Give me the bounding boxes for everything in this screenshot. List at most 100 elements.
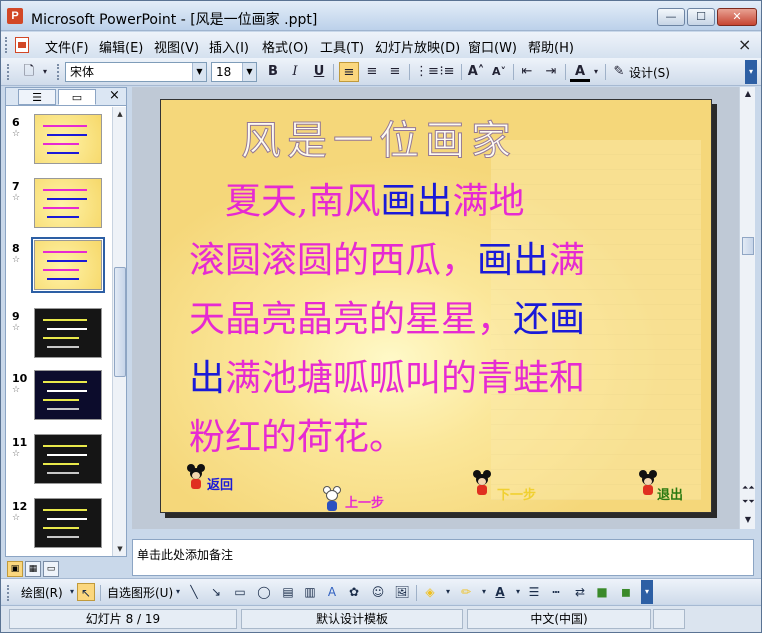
menu-file[interactable]: 文件(F)	[45, 37, 89, 56]
menu-window[interactable]: 窗口(W)	[468, 37, 517, 56]
slide-thumbnail-row[interactable]: 8 ☆	[6, 237, 110, 302]
toolbar-grip-handle-2[interactable]	[57, 64, 61, 80]
donald-prev-icon[interactable]	[323, 486, 341, 512]
next-slide-icon[interactable]: ⏷⏷	[742, 497, 755, 507]
insert-picture-icon[interactable]: 🖼	[393, 583, 411, 601]
clip-art-icon[interactable]: ☺	[369, 583, 387, 601]
slide-title[interactable]: 风是一位画家	[241, 108, 517, 166]
decrease-indent-icon[interactable]: ⇤	[517, 62, 537, 82]
pane-scroll-thumb[interactable]	[114, 267, 126, 377]
align-center-icon[interactable]: ≡	[362, 62, 382, 82]
draw-menu-button[interactable]: 绘图(R)	[21, 584, 63, 601]
slide-thumbnail[interactable]	[34, 308, 102, 358]
exit-link[interactable]: 退出	[657, 484, 683, 503]
3d-style-icon[interactable]: ◼	[617, 583, 635, 601]
arrow-tool-icon[interactable]: ↘	[207, 583, 225, 601]
align-right-icon[interactable]: ≡	[385, 62, 405, 82]
mickey-back-icon[interactable]	[187, 464, 205, 490]
scroll-down-arrow-icon[interactable]: ▼	[114, 543, 126, 555]
slide-sorter-view-icon[interactable]: ▦	[25, 561, 41, 577]
animation-star-icon[interactable]: ☆	[12, 323, 20, 333]
slide-thumbnail[interactable]	[34, 498, 102, 548]
italic-button[interactable]: I	[285, 62, 305, 82]
slide-thumbnail[interactable]	[34, 434, 102, 484]
increase-indent-icon[interactable]: ⇥	[541, 62, 561, 82]
toolbar-options-chevron-icon[interactable]: ▾	[39, 62, 51, 82]
animation-star-icon[interactable]: ☆	[12, 385, 20, 395]
chevron-down-icon[interactable]: ▼	[192, 63, 206, 81]
oval-tool-icon[interactable]: ◯	[255, 583, 273, 601]
fill-color-icon[interactable]: ◈	[421, 583, 439, 601]
animation-star-icon[interactable]: ☆	[12, 193, 20, 203]
select-pointer-icon[interactable]: ↖	[77, 583, 95, 601]
toolbar-overflow-chevron-icon[interactable]: ▾	[745, 60, 757, 84]
next-step-link[interactable]: 下一步	[497, 484, 536, 503]
scroll-down-arrow-icon[interactable]: ▼	[742, 515, 754, 524]
back-link[interactable]: 返回	[207, 474, 233, 493]
menu-slideshow[interactable]: 幻灯片放映(D)	[375, 37, 460, 56]
close-pane-button[interactable]: ×	[109, 88, 120, 103]
line-tool-icon[interactable]: ╲	[185, 583, 203, 601]
animation-star-icon[interactable]: ☆	[12, 129, 20, 139]
rectangle-tool-icon[interactable]: ▭	[231, 583, 249, 601]
menu-format[interactable]: 格式(O)	[262, 37, 308, 56]
outline-tab[interactable]: ☰	[18, 89, 56, 105]
slides-tab[interactable]: ▭	[58, 89, 96, 105]
new-document-icon[interactable]: 🗋	[19, 62, 39, 82]
slideshow-view-icon[interactable]: ▭	[43, 561, 59, 577]
slide-scroll-thumb[interactable]	[742, 237, 754, 255]
mickey-exit-icon[interactable]	[639, 470, 657, 496]
notes-pane[interactable]: 单击此处添加备注	[132, 539, 754, 576]
font-name-combo[interactable]: 宋体 ▼	[65, 62, 207, 82]
align-left-icon[interactable]: ≡	[339, 62, 359, 82]
slide-thumbnail[interactable]	[34, 178, 102, 228]
chevron-down-icon[interactable]: ▾	[439, 583, 457, 601]
animation-star-icon[interactable]: ☆	[12, 513, 20, 523]
slide-scrollbar[interactable]: ▲ ⏶⏶ ⏷⏷ ▼	[739, 87, 755, 529]
diagram-icon[interactable]: ✿	[345, 583, 363, 601]
dash-style-icon[interactable]: ┅	[547, 583, 565, 601]
scroll-up-arrow-icon[interactable]: ▲	[742, 89, 754, 98]
autoshapes-menu-button[interactable]: 自选图形(U)	[107, 584, 173, 601]
font-color-dropdown-icon[interactable]: ▾	[591, 62, 601, 82]
prev-step-link[interactable]: 上一步	[345, 492, 384, 511]
toolbar-grip-handle[interactable]	[7, 64, 11, 80]
menu-tools[interactable]: 工具(T)	[320, 37, 364, 56]
close-document-button[interactable]: ×	[738, 35, 751, 54]
wordart-icon[interactable]: A	[323, 583, 341, 601]
design-template-status[interactable]: 默认设计模板	[241, 609, 463, 629]
font-size-combo[interactable]: 18 ▼	[211, 62, 257, 82]
document-icon[interactable]	[15, 37, 29, 53]
current-slide[interactable]: 风是一位画家 夏天,南风画出满地 滚圆滚圆的西瓜，画出满 天晶亮晶亮的星星，还画 出满…	[160, 99, 712, 513]
slide-thumbnail-row[interactable]: 7 ☆	[6, 178, 110, 240]
decrease-font-size-icon[interactable]: A˅	[489, 62, 509, 82]
menu-grip-handle[interactable]	[5, 37, 9, 53]
maximize-button[interactable]: ☐	[687, 8, 715, 26]
numbered-list-icon[interactable]: ⋮≡	[415, 62, 439, 82]
slide-thumbnail-row[interactable]: 12 ☆	[6, 498, 110, 560]
chevron-down-icon[interactable]: ▼	[242, 63, 256, 81]
line-style-icon[interactable]: ☰	[525, 583, 543, 601]
menu-edit[interactable]: 编辑(E)	[99, 37, 143, 56]
drawing-toolbar-overflow-icon[interactable]: ▾	[641, 580, 653, 604]
scroll-up-arrow-icon[interactable]: ▲	[114, 108, 126, 120]
slide-thumbnail[interactable]	[34, 370, 102, 420]
animation-star-icon[interactable]: ☆	[12, 449, 20, 459]
slide-thumbnail-row[interactable]: 11 ☆	[6, 434, 110, 496]
slide-thumbnail-row[interactable]: 6 ☆	[6, 114, 110, 176]
slide-thumbnail[interactable]	[34, 114, 102, 164]
powerpoint-app-icon[interactable]: P	[7, 8, 23, 24]
close-window-button[interactable]: ✕	[717, 8, 757, 26]
pane-scrollbar[interactable]: ▲ ▼	[112, 107, 126, 556]
shadow-style-icon[interactable]: ■	[593, 583, 611, 601]
mickey-next-icon[interactable]	[473, 470, 491, 496]
draw-font-color-icon[interactable]: A	[491, 583, 509, 601]
slide-body-text[interactable]: 夏天,南风画出满地 滚圆滚圆的西瓜，画出满 天晶亮晶亮的星星，还画 出满池塘呱呱叫的青…	[189, 172, 689, 467]
menu-help[interactable]: 帮助(H)	[528, 37, 574, 56]
bulleted-list-icon[interactable]: ⁝≡	[437, 62, 457, 82]
vertical-textbox-tool-icon[interactable]: ▥	[301, 583, 319, 601]
slide-thumbnail-row[interactable]: 9 ☆	[6, 308, 110, 370]
bold-button[interactable]: B	[263, 62, 283, 82]
design-button[interactable]: 设计(S)	[629, 64, 670, 81]
slide-thumbnail-row[interactable]: 10 ☆	[6, 370, 110, 432]
